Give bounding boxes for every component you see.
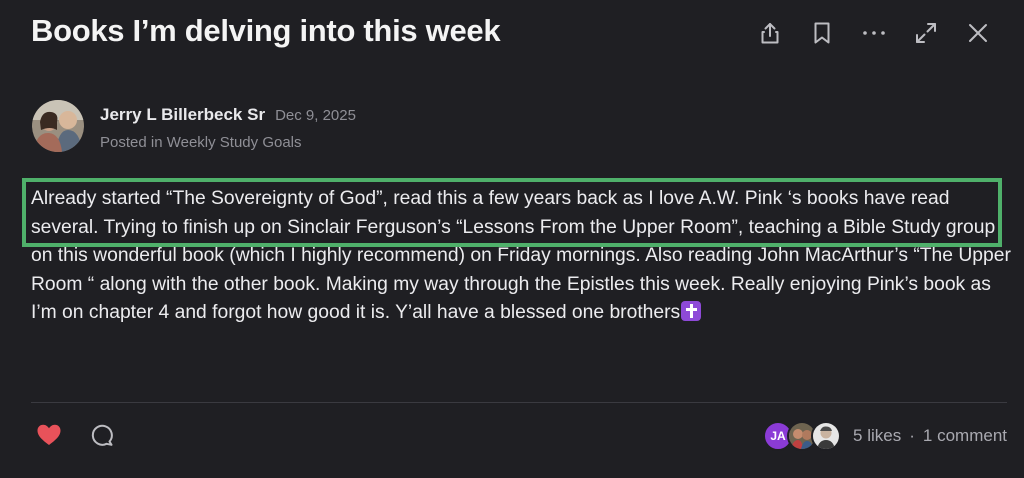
like-button[interactable] [36,423,62,447]
posted-in: Posted in Weekly Study Goals [100,134,356,151]
comments-count[interactable]: 1 comment [923,426,1007,445]
post-author-row: Jerry L Billerbeck Sr Dec 9, 2025 Posted… [32,100,356,152]
author-name-line: Jerry L Billerbeck Sr Dec 9, 2025 [100,105,356,125]
footer-divider [31,402,1007,403]
more-icon [863,31,885,35]
posted-in-prefix: Posted in [100,134,167,151]
stats-text: 5 likes · 1 comment [853,426,1007,446]
post-body-text: Already started “The Sovereignty of God”… [31,188,1011,323]
latin-cross-emoji-icon [681,301,702,321]
liker-avatar [811,421,842,451]
close-icon [969,24,987,42]
post-actions [36,423,114,447]
group-link[interactable]: Weekly Study Goals [167,134,302,151]
bookmark-button[interactable] [796,14,848,52]
post-stats: JA 5 likes · 1 comment [763,421,1007,451]
post-body: Already started “The Sovereignty of God”… [31,185,1011,328]
post-toolbar [744,14,1004,52]
expand-button[interactable] [900,14,952,52]
post-title: Books I’m delving into this week [31,13,501,48]
post-date: Dec 9, 2025 [275,107,356,124]
expand-icon [916,23,936,43]
close-button[interactable] [952,14,1004,52]
author-avatar[interactable] [32,100,84,152]
comment-button[interactable] [90,423,114,447]
more-options-button[interactable] [848,14,900,52]
share-button[interactable] [744,14,796,52]
author-meta: Jerry L Billerbeck Sr Dec 9, 2025 Posted… [100,100,356,151]
likers-facepile[interactable]: JA [763,421,842,451]
author-name[interactable]: Jerry L Billerbeck Sr [100,105,265,125]
comment-icon [91,424,113,446]
share-icon [761,23,779,44]
stats-separator: · [909,426,915,445]
bookmark-icon [814,22,830,44]
likes-count[interactable]: 5 likes [853,426,901,445]
heart-icon [37,424,61,445]
